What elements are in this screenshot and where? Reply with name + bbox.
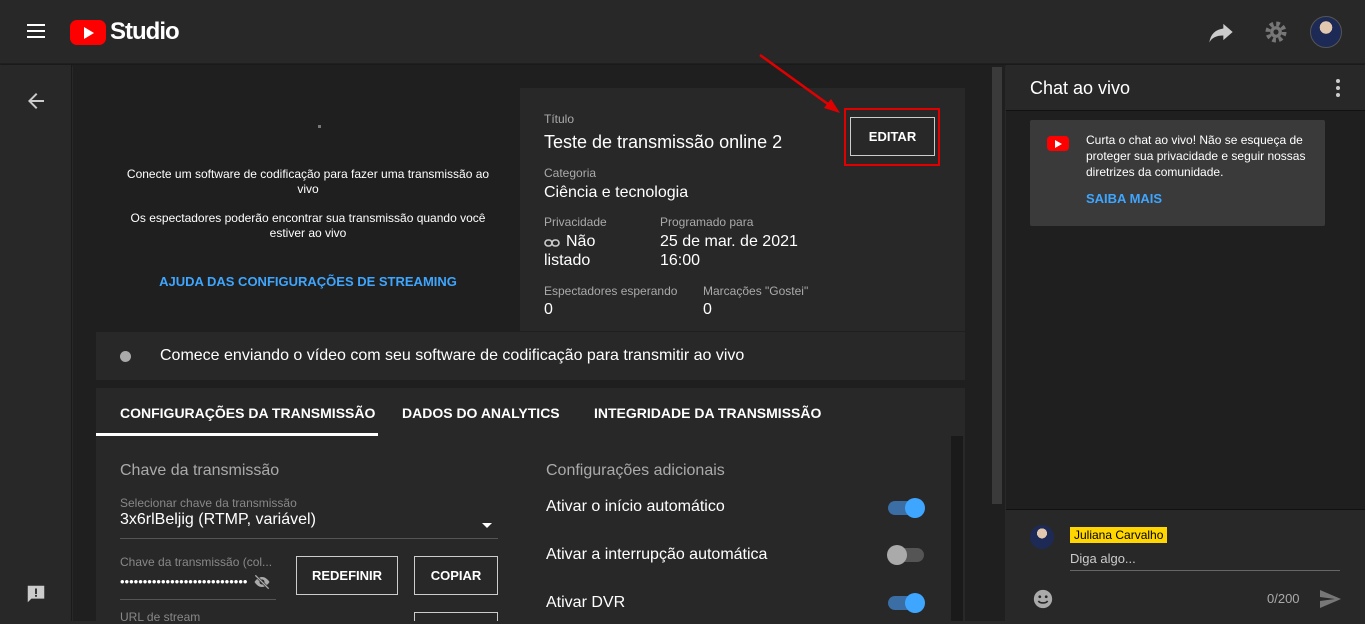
category-value: Ciência e tecnologia	[544, 184, 689, 201]
privacy-value-line1: Não	[566, 233, 596, 250]
main-scrollbar[interactable]	[989, 65, 1005, 621]
chat-user-avatar	[1030, 525, 1054, 549]
scheduled-label: Programado para	[660, 215, 754, 229]
left-nav	[0, 65, 72, 621]
back-arrow-icon[interactable]	[24, 89, 48, 113]
main-scrollbar-thumb[interactable]	[992, 67, 1002, 504]
preview-message-viewers: Os espectadores poderão encontrar sua tr…	[130, 211, 486, 240]
youtube-icon	[1047, 136, 1069, 151]
reset-key-button[interactable]: REDEFINIR	[296, 556, 398, 595]
link-icon	[544, 239, 560, 247]
chat-input-area: Juliana Carvalho Diga algo... 0/200	[1006, 509, 1365, 621]
dvr-toggle[interactable]	[888, 593, 925, 613]
tab-stream-settings[interactable]: CONFIGURAÇÕES DA TRANSMISSÃO	[120, 405, 375, 421]
top-bar: Studio	[0, 0, 1365, 64]
likes-label: Marcações "Gostei"	[703, 284, 809, 298]
character-counter: 0/200	[1267, 591, 1300, 606]
chevron-down-icon	[482, 523, 492, 528]
status-text: Comece enviando o vídeo com seu software…	[160, 347, 745, 364]
status-indicator	[120, 351, 131, 362]
chat-header: Chat ao vivo	[1006, 65, 1365, 111]
learn-more-link[interactable]: SAIBA MAIS	[1086, 191, 1162, 206]
settings-scrollbar-thumb[interactable]	[949, 436, 965, 621]
stream-status-bar: Comece enviando o vídeo com seu software…	[96, 332, 965, 380]
toggle-knob	[905, 498, 925, 518]
menu-icon[interactable]	[24, 21, 48, 45]
logo-text: Studio	[110, 18, 180, 45]
stream-preview: Conecte um software de codificação para …	[96, 88, 520, 331]
toggle-knob	[905, 593, 925, 613]
copy-url-button[interactable]	[414, 612, 498, 621]
privacy-label: Privacidade	[544, 215, 607, 229]
category-label: Categoria	[544, 166, 597, 180]
tab-analytics[interactable]: DADOS DO ANALYTICS	[402, 405, 560, 421]
youtube-logo-icon	[70, 19, 106, 45]
auto-stop-toggle[interactable]	[887, 545, 924, 565]
viewers-waiting-value: 0	[544, 301, 553, 318]
streaming-help-link[interactable]: AJUDA DAS CONFIGURAÇÕES DE STREAMING	[96, 274, 520, 289]
auto-start-label: Ativar o início automático	[546, 498, 725, 515]
stream-key-select-value: 3x6rlBeljig (RTMP, variável)	[120, 511, 316, 528]
stream-key-title: Chave da transmissão	[120, 462, 280, 479]
likes-value: 0	[703, 301, 712, 318]
account-avatar[interactable]	[1310, 16, 1342, 48]
toggle-knob	[887, 545, 907, 565]
stream-key-select[interactable]: 3x6rlBeljig (RTMP, variável)	[120, 511, 498, 539]
settings-icon[interactable]	[1262, 18, 1290, 46]
auto-stop-label: Ativar a interrupção automática	[546, 546, 768, 563]
tab-bar: CONFIGURAÇÕES DA TRANSMISSÃO DADOS DO AN…	[96, 388, 965, 436]
viewers-waiting-label: Espectadores esperando	[544, 284, 678, 298]
privacy-value-line2: listado	[544, 252, 591, 269]
more-options-icon[interactable]	[1336, 79, 1340, 97]
chat-title: Chat ao vivo	[1030, 78, 1131, 98]
scheduled-date: 25 de mar. de 2021	[660, 233, 798, 250]
title-label: Título	[544, 112, 575, 126]
share-icon[interactable]	[1207, 18, 1235, 46]
auto-start-toggle[interactable]	[888, 498, 925, 518]
feedback-icon[interactable]	[25, 583, 47, 605]
title-value: Teste de transmissão online 2	[544, 132, 783, 152]
youtube-studio-logo[interactable]: Studio	[70, 18, 180, 46]
emoji-icon[interactable]	[1032, 588, 1054, 610]
preview-message-connect: Conecte um software de codificação para …	[126, 167, 490, 196]
dvr-label: Ativar DVR	[546, 594, 626, 611]
copy-key-button[interactable]: COPIAR	[414, 556, 498, 595]
live-chat-panel: Chat ao vivo Curta o chat ao vivo! Não s…	[1006, 65, 1365, 621]
settings-scrollbar[interactable]	[949, 436, 965, 621]
additional-settings-title: Configurações adicionais	[546, 462, 725, 479]
chat-user-name: Juliana Carvalho	[1070, 527, 1168, 543]
edit-button[interactable]: EDITAR	[850, 117, 935, 156]
stream-key-masked-value: ••••••••••••••••••••••••••••	[120, 574, 248, 589]
preview-dot	[318, 125, 321, 128]
tab-stream-health[interactable]: INTEGRIDADE DA TRANSMISSÃO	[594, 405, 821, 421]
chat-message-input[interactable]: Diga algo...	[1070, 551, 1340, 571]
scheduled-time: 16:00	[660, 252, 701, 269]
stream-key-field-label: Chave da transmissão (col...	[120, 555, 273, 569]
stream-url-label: URL de stream	[120, 610, 201, 624]
visibility-off-icon[interactable]	[252, 572, 272, 592]
select-key-label: Selecionar chave da transmissão	[120, 496, 297, 510]
chat-welcome-card: Curta o chat ao vivo! Não se esqueça de …	[1030, 120, 1325, 226]
send-icon[interactable]	[1318, 587, 1342, 611]
chat-welcome-text: Curta o chat ao vivo! Não se esqueça de …	[1086, 133, 1306, 179]
